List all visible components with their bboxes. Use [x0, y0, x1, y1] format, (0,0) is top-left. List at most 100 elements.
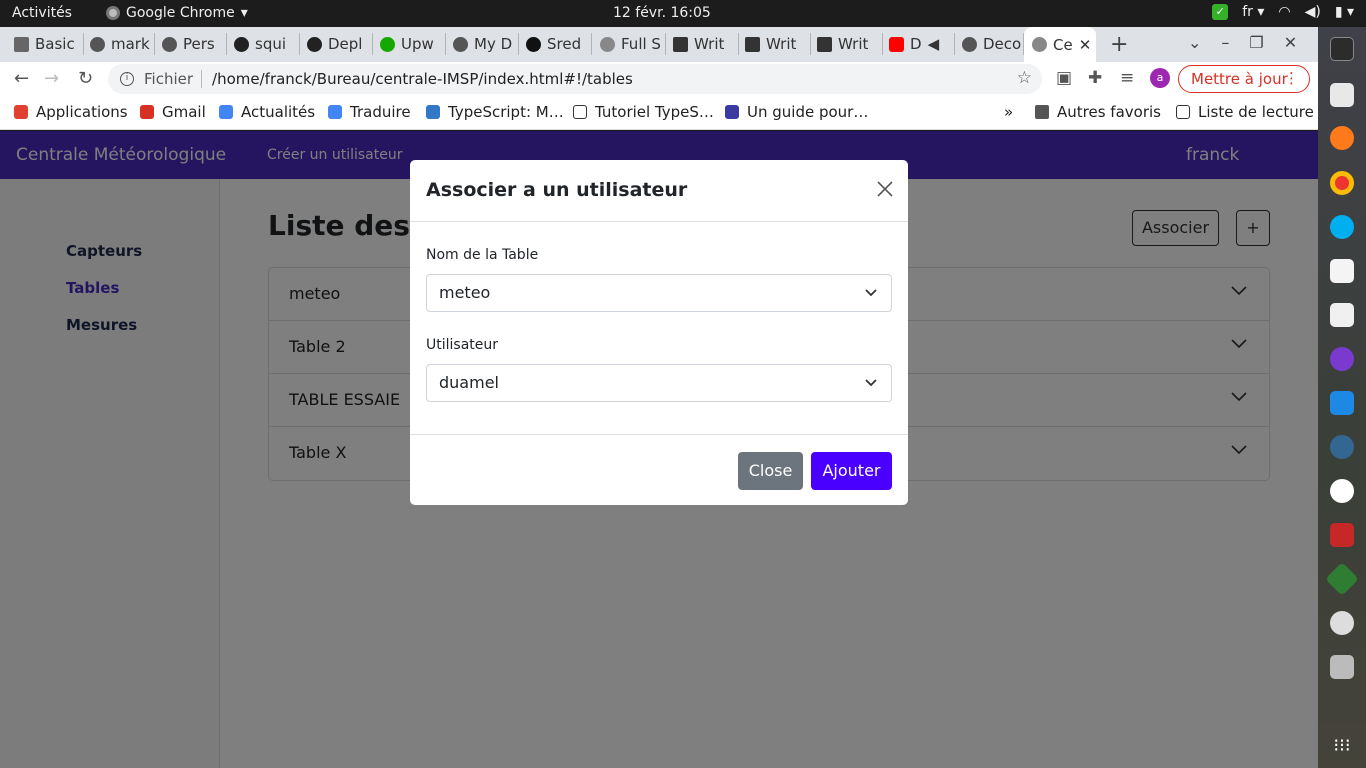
app-name: Google Chrome [126, 5, 235, 21]
tab[interactable]: D ◀ [889, 33, 955, 55]
tab-search-icon[interactable]: ⌄ [1188, 33, 1201, 52]
restore-icon[interactable]: ❐ [1249, 33, 1263, 52]
language-indicator[interactable]: fr ▾ [1242, 4, 1264, 20]
profile-avatar[interactable]: a [1150, 68, 1170, 88]
github-icon [234, 36, 249, 52]
github-icon [307, 36, 322, 52]
modal-header: Associer a un utilisateur [410, 160, 908, 222]
table-name-label: Nom de la Table [426, 247, 539, 263]
activities-button[interactable]: Activités [12, 5, 72, 21]
bookmark-guide[interactable]: Un guide pour… [725, 103, 868, 121]
document-viewer-icon[interactable] [1330, 303, 1354, 327]
tab[interactable]: Basic [14, 33, 84, 55]
close-icon[interactable] [876, 180, 894, 198]
files-icon[interactable] [1330, 83, 1354, 107]
other-bookmarks[interactable]: Autres favoris [1035, 103, 1161, 121]
chevron-down-icon [865, 379, 877, 387]
chevron-down-icon: ▾ [240, 5, 248, 21]
book-icon [817, 36, 832, 52]
new-tab-button[interactable]: + [1110, 32, 1128, 57]
tab[interactable]: My D [453, 33, 519, 55]
puzzle-icon[interactable]: ✚ [1088, 68, 1102, 88]
bookmark-star-icon[interactable]: ☆ [1017, 68, 1032, 88]
package-icon [90, 36, 105, 52]
drive-icon[interactable] [1330, 655, 1354, 679]
media-queue-icon[interactable]: ≡ [1120, 68, 1134, 88]
bookmark-applications[interactable]: Applications [14, 103, 128, 121]
tab-strip: Basic mark Pers squi Depl Upw My D Sred … [0, 27, 1318, 62]
tab[interactable]: Upw [380, 33, 446, 55]
info-icon[interactable]: i [120, 72, 134, 86]
bookmark-traduire[interactable]: Traduire [328, 103, 411, 121]
tab-active[interactable]: Ce ✕ [1024, 27, 1096, 62]
gmail-icon [140, 105, 154, 119]
associate-user-modal: Associer a un utilisateur Nom de la Tabl… [410, 160, 908, 505]
reload-icon[interactable]: ↻ [78, 68, 93, 89]
submit-button[interactable]: Ajouter [811, 452, 892, 490]
typescript-icon [426, 105, 440, 119]
postgresql-icon[interactable] [1330, 435, 1354, 459]
update-button[interactable]: Mettre à jour ⋮ [1178, 65, 1310, 93]
clock[interactable]: 12 févr. 16:05 [613, 5, 711, 21]
tab[interactable]: squi [234, 33, 300, 55]
bookmark-typescript[interactable]: TypeScript: M… [426, 103, 564, 121]
terminal-icon[interactable] [1330, 37, 1354, 61]
address-bar[interactable]: i Fichier /home/franck/Bureau/centrale-I… [108, 64, 1042, 94]
url-text[interactable]: /home/franck/Bureau/centrale-IMSP/index.… [212, 70, 633, 88]
filezilla-icon[interactable] [1330, 523, 1354, 547]
site-icon [453, 36, 468, 52]
firefox-icon[interactable] [1330, 126, 1354, 150]
app-menu[interactable]: Google Chrome ▾ [106, 5, 248, 21]
table-select[interactable]: meteo [426, 274, 892, 312]
reading-list-icon [1176, 105, 1190, 119]
modal-footer: Close Ajouter [410, 434, 908, 505]
tab[interactable]: Writ [673, 33, 739, 55]
forward-icon[interactable]: → [44, 68, 59, 89]
system-tray[interactable]: ✓ fr ▾ ◠ ◀) ▮ ▾ [1212, 4, 1354, 20]
tab[interactable]: Writ [745, 33, 811, 55]
tab[interactable]: Full S [600, 33, 666, 55]
close-button[interactable]: Close [738, 452, 803, 490]
tab[interactable]: mark [90, 33, 155, 55]
reading-list[interactable]: Liste de lecture [1176, 103, 1314, 121]
wifi-icon: ◠ [1278, 4, 1291, 20]
youtube-icon [889, 36, 904, 52]
bookmark-gmail[interactable]: Gmail [140, 103, 206, 121]
tab[interactable]: Depl [307, 33, 373, 55]
show-applications-icon[interactable]: ⁝⁝⁝ [1330, 735, 1354, 759]
tab[interactable]: Pers [162, 33, 227, 55]
text-editor-icon[interactable] [1330, 259, 1354, 283]
tab[interactable]: Writ [817, 33, 883, 55]
chrome-icon [106, 6, 120, 20]
extension-icon[interactable]: ▣ [1056, 68, 1072, 88]
skype-icon[interactable] [1330, 215, 1354, 239]
url-scheme: Fichier [144, 70, 203, 88]
disk-utility-icon[interactable] [1330, 611, 1354, 635]
network-tool-icon[interactable] [1325, 562, 1359, 596]
emacs-icon[interactable] [1330, 347, 1354, 371]
vscode-icon[interactable] [1330, 391, 1354, 415]
menu-dots-icon: ⋮ [1284, 69, 1299, 87]
minimize-icon[interactable]: – [1221, 33, 1229, 52]
more-bookmarks-button[interactable]: » [1004, 103, 1013, 121]
battery-icon: ▮ ▾ [1334, 4, 1354, 20]
chrome-dock-icon[interactable] [1330, 171, 1354, 195]
close-tab-icon[interactable]: ✕ [1079, 36, 1092, 54]
terminal-icon [573, 105, 587, 119]
book-icon [673, 36, 688, 52]
bookmarks-bar: Applications Gmail Actualités Traduire T… [0, 96, 1318, 130]
shield-icon: ✓ [1212, 4, 1229, 20]
close-window-icon[interactable]: ✕ [1284, 33, 1297, 52]
bookmark-actualites[interactable]: Actualités [219, 103, 315, 121]
translate-icon [328, 105, 342, 119]
speaker-icon: ◀ [927, 35, 940, 53]
back-icon[interactable]: ← [14, 68, 29, 89]
browser-toolbar: ← → ↻ i Fichier /home/franck/Bureau/cent… [0, 62, 1318, 96]
tab[interactable]: Sred [526, 33, 592, 55]
globe-icon [600, 36, 615, 52]
modal-title: Associer a un utilisateur [426, 179, 688, 201]
tab[interactable]: Deco [962, 33, 1024, 55]
bookmark-tutoriel[interactable]: Tutoriel TypeS… [573, 103, 714, 121]
user-select[interactable]: duamel [426, 364, 892, 402]
mongodb-icon[interactable] [1330, 479, 1354, 503]
